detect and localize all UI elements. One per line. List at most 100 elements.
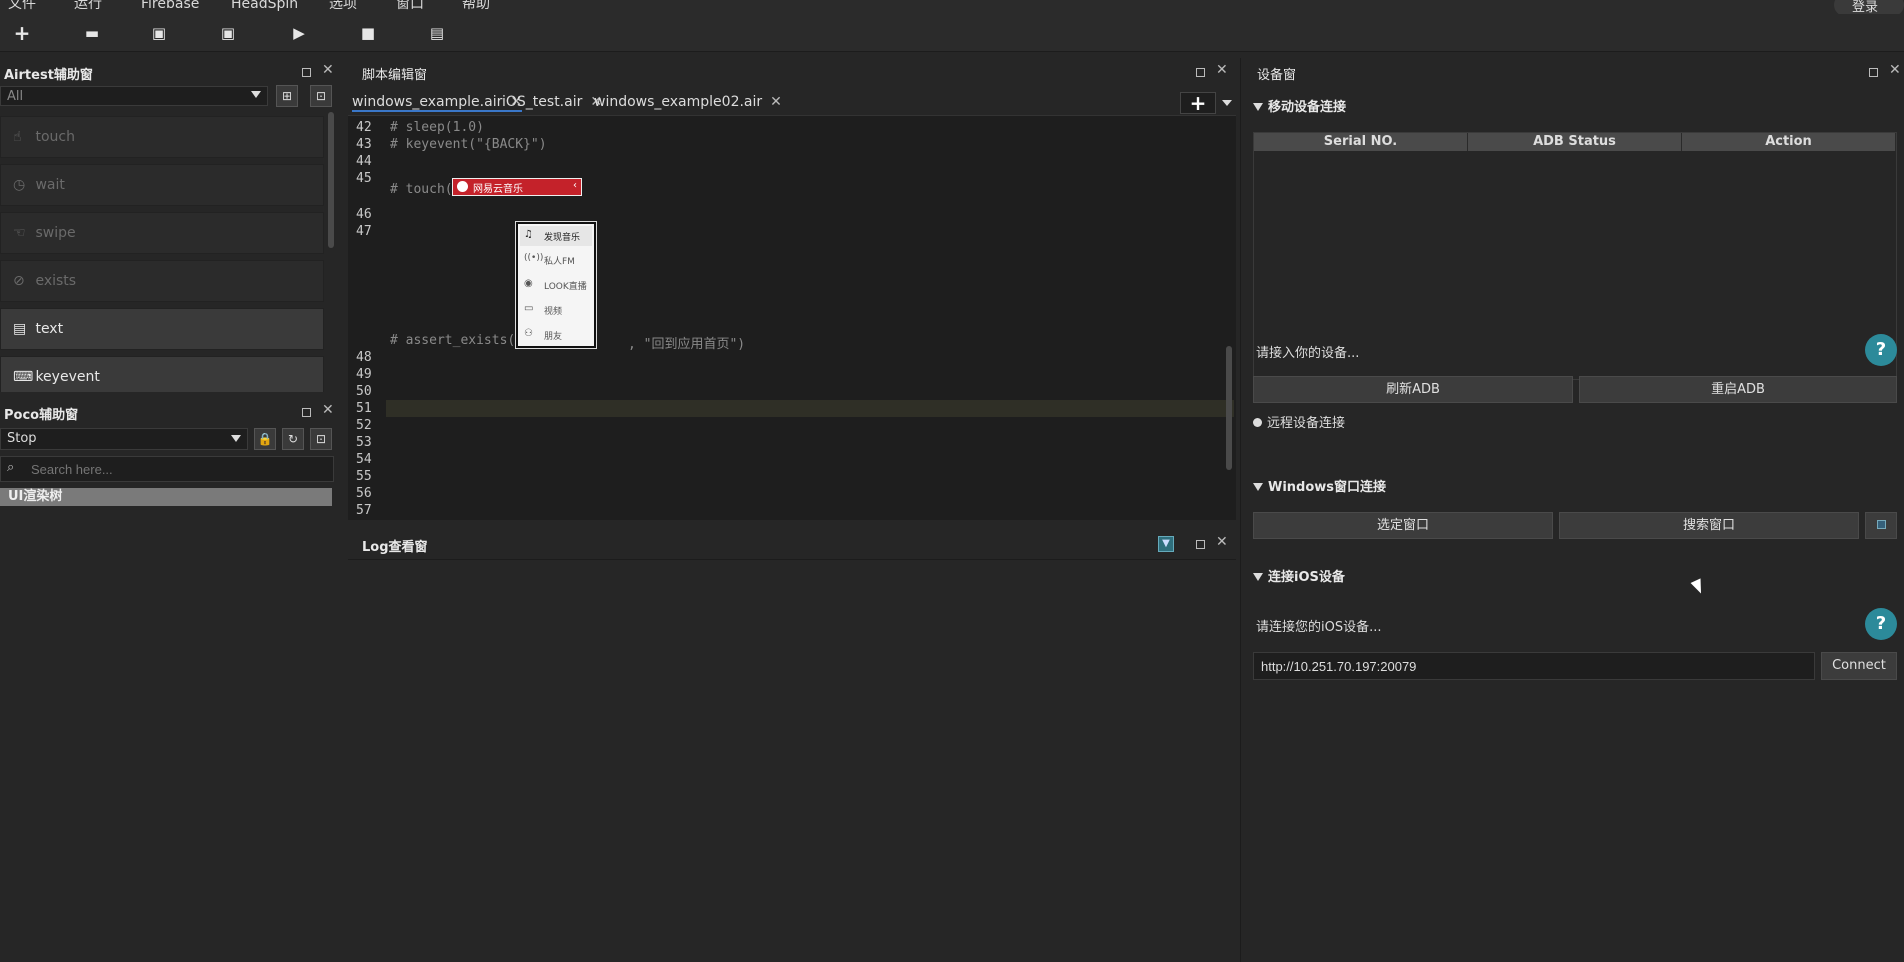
line-number: 43 — [356, 137, 372, 152]
menu-options[interactable]: 选项 — [329, 0, 357, 12]
help-icon[interactable]: ? — [1865, 334, 1897, 366]
code-editor[interactable]: 42 # sleep(1.0) 43 # keyevent("{BACK}") … — [348, 116, 1236, 520]
windows-section-header[interactable]: Windows窗口连接 — [1253, 476, 1386, 495]
menu-help[interactable]: 帮助 — [462, 0, 490, 12]
tab-windows-example02[interactable]: windows_example02.air ✕ — [594, 94, 782, 110]
add-snippet-icon[interactable]: ⊞ — [276, 85, 298, 107]
help-icon[interactable]: ? — [1865, 608, 1897, 640]
ios-url-input[interactable] — [1253, 652, 1815, 680]
close-icon[interactable]: ✕ — [1216, 62, 1228, 78]
airtest-item-swipe[interactable]: ☜ swipe — [0, 212, 324, 254]
line-number: 53 — [356, 435, 372, 450]
close-icon[interactable]: ✕ — [1889, 62, 1901, 78]
run-icon[interactable]: ▶ — [287, 22, 311, 44]
section-label: Windows窗口连接 — [1268, 480, 1387, 495]
airtest-title: Airtest辅助窗 — [4, 68, 93, 83]
airtest-filter-select[interactable]: All — [0, 86, 268, 106]
menu-run[interactable]: 运行 — [74, 0, 102, 12]
tab-label: iOS_test.air — [502, 94, 583, 110]
section-label: 连接iOS设备 — [1268, 570, 1345, 585]
item-label: touch — [35, 129, 75, 145]
code-line: # sleep(1.0) — [390, 120, 484, 135]
new-tab-button[interactable]: + — [1180, 92, 1216, 114]
line-number: 48 — [356, 350, 372, 365]
restart-adb-button[interactable]: 重启ADB — [1579, 376, 1897, 403]
close-icon[interactable]: ✕ — [322, 402, 334, 418]
item-label: exists — [35, 273, 77, 289]
menu-bar: 文件 运行 Firebase HeadSpin 选项 窗口 帮助 登录 — [0, 0, 1904, 14]
text-icon: ▤ — [13, 321, 27, 337]
tab-list-dropdown-icon[interactable] — [1222, 100, 1232, 106]
airtest-list: ☝ touch ◷ wait ☜ swipe ⊘ exists ▤ text ⌨… — [0, 112, 340, 392]
menu-item: 视频 — [544, 307, 563, 317]
log-icon[interactable]: ▤ — [425, 22, 449, 44]
poco-mode-select[interactable]: Stop — [0, 428, 248, 450]
poco-panel: Poco辅助窗 ✕ Stop 🔒 ↻ ⊡ ⌕ UI渲染树 — [0, 398, 340, 962]
editor-scrollbar[interactable] — [1226, 346, 1232, 470]
mobile-section-header[interactable]: 移动设备连接 — [1253, 96, 1346, 115]
poco-search-input[interactable] — [31, 460, 321, 478]
float-icon[interactable] — [302, 66, 311, 80]
menu-window[interactable]: 窗口 — [396, 0, 424, 12]
float-icon[interactable] — [1196, 66, 1205, 80]
column-adb-status: ADB Status — [1468, 133, 1682, 151]
window-picker-button[interactable] — [1865, 512, 1897, 539]
airtest-item-touch[interactable]: ☝ touch — [0, 116, 324, 158]
filter-icon[interactable]: ▼ — [1158, 536, 1174, 552]
close-tab-icon[interactable]: ✕ — [770, 94, 782, 110]
record-icon[interactable]: ⊡ — [310, 85, 332, 107]
poco-mode-value: Stop — [7, 431, 37, 446]
open-icon[interactable]: ▬ — [80, 22, 104, 44]
tab-windows-example[interactable]: windows_example.air ✕ — [352, 94, 523, 112]
log-header: Log查看窗 ▼ ✕ — [348, 528, 1236, 560]
lock-icon[interactable]: 🔒 — [254, 428, 276, 450]
line-number: 57 — [356, 503, 372, 518]
close-icon[interactable]: ✕ — [1216, 534, 1228, 550]
airtest-scrollbar[interactable] — [328, 112, 334, 248]
menu-firebase[interactable]: Firebase — [141, 0, 199, 12]
save-as-icon[interactable]: ▣ — [216, 22, 240, 44]
netease-logo-icon — [457, 181, 468, 192]
record-icon[interactable]: ⊡ — [310, 428, 332, 450]
ios-section-header[interactable]: 连接iOS设备 — [1253, 566, 1345, 585]
radio-dot-icon — [1253, 418, 1262, 427]
log-content[interactable] — [348, 560, 1236, 962]
item-label: swipe — [35, 225, 76, 241]
remote-connect-toggle[interactable]: 远程设备连接 — [1253, 412, 1345, 431]
float-icon[interactable] — [302, 406, 311, 420]
tab-label: windows_example02.air — [594, 94, 763, 110]
airtest-filter-value: All — [7, 89, 24, 104]
connect-button[interactable]: Connect — [1821, 652, 1897, 680]
stop-icon[interactable]: ■ — [356, 22, 380, 44]
toolbar: + ▬ ▣ ▣ ▶ ■ ▤ — [0, 14, 1904, 52]
login-button[interactable]: 登录 — [1834, 0, 1904, 14]
save-icon[interactable]: ▣ — [147, 22, 171, 44]
mouse-cursor-icon — [1690, 578, 1707, 596]
float-icon[interactable] — [1869, 66, 1878, 80]
line-number: 56 — [356, 486, 372, 501]
airtest-item-wait[interactable]: ◷ wait — [0, 164, 324, 206]
collapse-triangle-icon — [1253, 103, 1263, 111]
column-serial: Serial NO. — [1254, 133, 1468, 151]
item-label: text — [35, 321, 64, 337]
airtest-item-text[interactable]: ▤ text — [0, 308, 324, 350]
menu-headspin[interactable]: HeadSpin — [231, 0, 298, 12]
image-thumbnail-menu[interactable]: 发现音乐 ♫ 私人FM ((•)) LOOK直播 ◉ 视频 ▭ 朋友 ⚇ — [515, 221, 597, 349]
chevron-left-icon: ‹ — [573, 180, 577, 191]
new-icon[interactable]: + — [10, 22, 34, 44]
refresh-icon[interactable]: ↻ — [282, 428, 304, 450]
search-window-button[interactable]: 搜索窗口 — [1559, 512, 1859, 539]
float-icon[interactable] — [1196, 538, 1205, 552]
menu-file[interactable]: 文件 — [8, 0, 36, 12]
eye-icon: ◉ — [524, 278, 533, 289]
airtest-item-keyevent[interactable]: ⌨ keyevent — [0, 356, 324, 392]
select-window-button[interactable]: 选定窗口 — [1253, 512, 1553, 539]
close-icon[interactable]: ✕ — [322, 62, 334, 78]
refresh-adb-button[interactable]: 刷新ADB — [1253, 376, 1573, 403]
editor-header: 脚本编辑窗 ✕ — [348, 58, 1236, 88]
tab-ios-test[interactable]: iOS_test.air ✕ — [502, 94, 602, 110]
poco-tree-root[interactable]: UI渲染树 — [0, 488, 332, 506]
image-thumbnail-banner[interactable]: 网易云音乐 ‹ — [452, 178, 582, 196]
airtest-item-exists[interactable]: ⊘ exists — [0, 260, 324, 302]
collapse-triangle-icon — [1253, 483, 1263, 491]
